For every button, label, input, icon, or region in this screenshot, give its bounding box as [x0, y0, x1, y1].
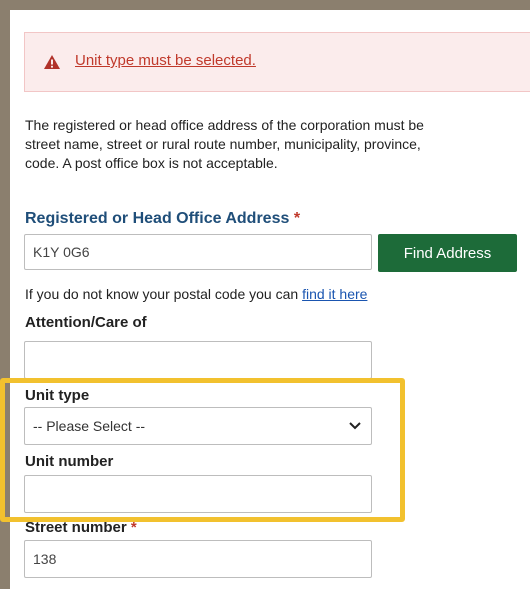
- warning-triangle-icon: [44, 55, 60, 69]
- attention-label: Attention/Care of: [25, 314, 147, 331]
- find-address-button[interactable]: Find Address: [378, 234, 517, 272]
- postal-code-input[interactable]: K1Y 0G6: [24, 234, 372, 270]
- unit-type-label: Unit type: [25, 387, 90, 404]
- street-number-label: Street number *: [25, 519, 137, 536]
- intro-line-2: street name, street or rural route numbe…: [25, 136, 421, 152]
- unit-type-selected-value: -- Please Select --: [33, 418, 146, 434]
- address-section-title: Registered or Head Office Address *: [25, 210, 300, 228]
- unit-number-input[interactable]: [24, 475, 372, 513]
- unit-type-select[interactable]: -- Please Select --: [24, 407, 372, 445]
- required-mark: *: [293, 210, 301, 227]
- address-title-text: Registered or Head Office Address: [25, 210, 290, 227]
- intro-line-3: code. A post office box is not acceptabl…: [25, 155, 278, 171]
- postal-hint-text: If you do not know your postal code you …: [25, 286, 303, 302]
- error-link-unit-type[interactable]: Unit type must be selected.: [75, 52, 256, 69]
- error-alert: Unit type must be selected.: [24, 32, 530, 92]
- form-panel: Unit type must be selected. The register…: [10, 10, 530, 589]
- intro-text: The registered or head office address of…: [25, 116, 530, 173]
- intro-line-1: The registered or head office address of…: [25, 117, 424, 133]
- find-it-here-link[interactable]: find it here: [302, 286, 367, 302]
- street-number-label-text: Street number: [25, 519, 127, 536]
- postal-hint: If you do not know your postal code you …: [25, 286, 367, 302]
- unit-number-label: Unit number: [25, 453, 114, 470]
- attention-input[interactable]: [24, 341, 372, 379]
- chevron-down-icon: [349, 422, 361, 430]
- street-number-input[interactable]: 138: [24, 540, 372, 578]
- street-number-required-mark: *: [130, 519, 137, 536]
